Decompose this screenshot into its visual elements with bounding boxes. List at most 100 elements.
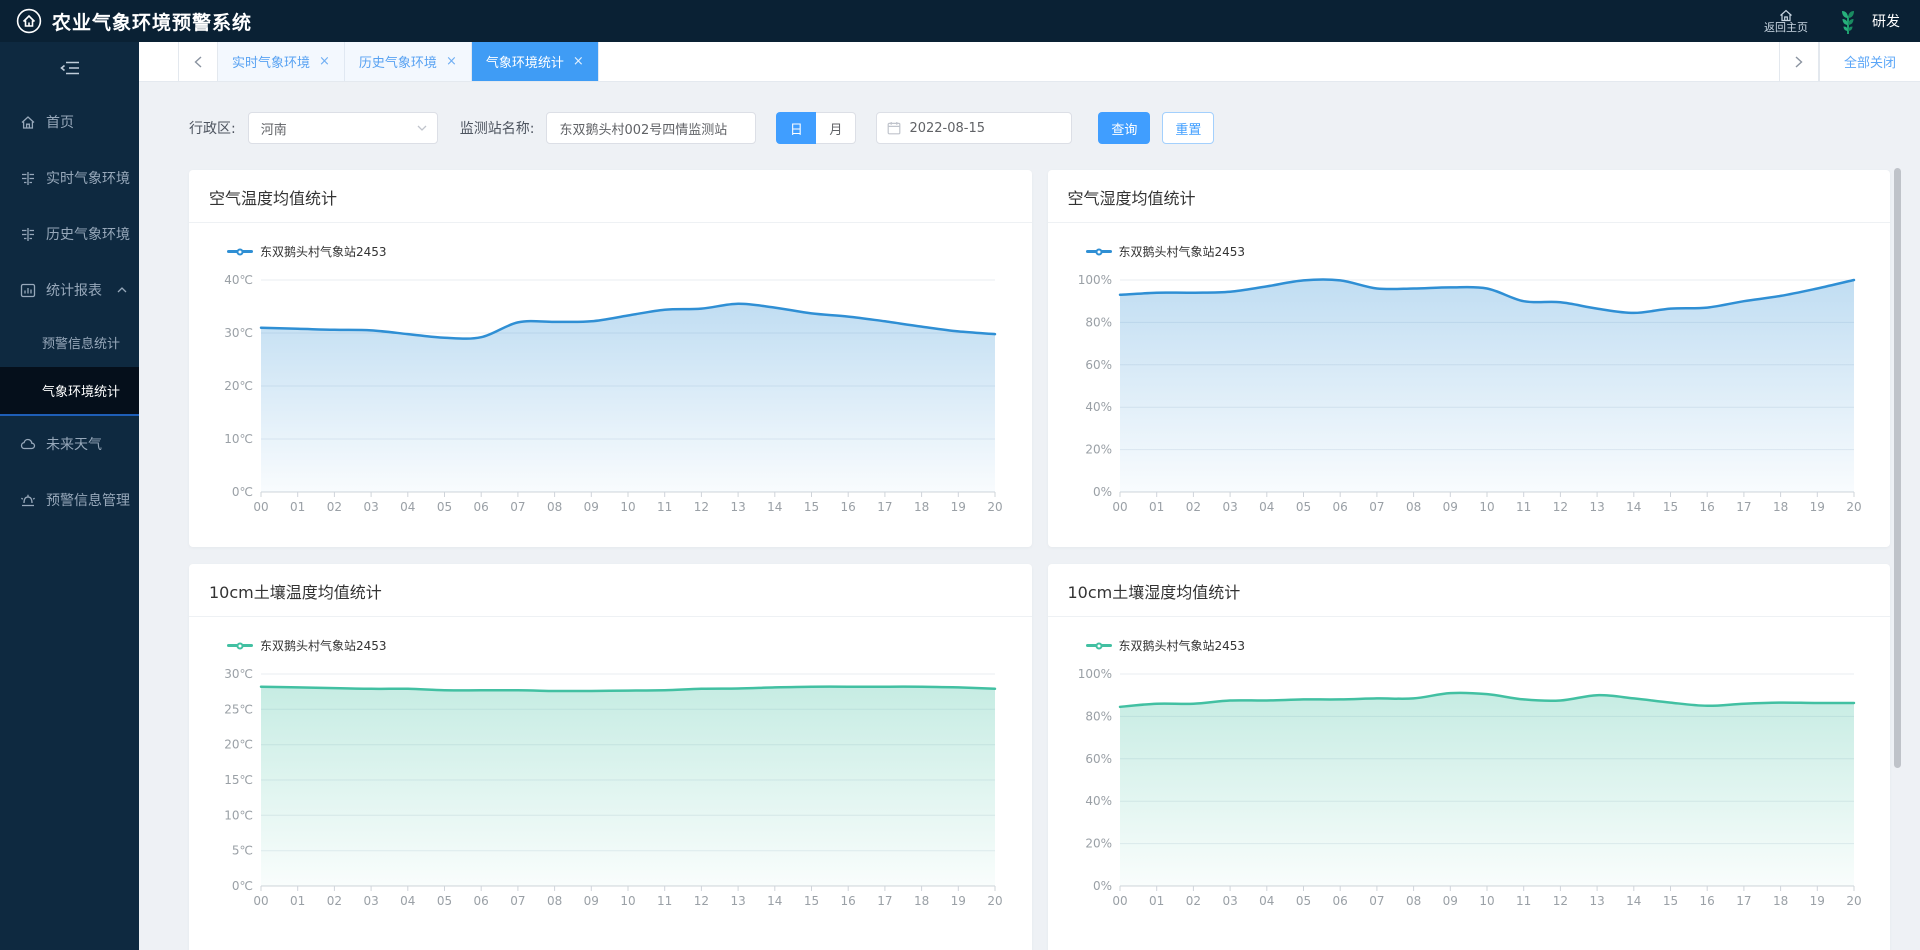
svg-text:03: 03	[363, 894, 378, 908]
chart-legend[interactable]: 东双鹅头村气象站2453	[227, 637, 387, 654]
cloud-icon	[20, 438, 36, 450]
legend-label: 东双鹅头村气象站2453	[260, 639, 387, 653]
period-day-button[interactable]: 日	[776, 112, 817, 144]
svg-text:09: 09	[1442, 894, 1457, 908]
svg-text:00: 00	[253, 894, 268, 908]
svg-text:20: 20	[1846, 894, 1861, 908]
svg-text:20%: 20%	[1085, 443, 1112, 457]
chart-legend[interactable]: 东双鹅头村气象站2453	[1085, 243, 1245, 260]
tab-weather-stats[interactable]: 气象环境统计 ×	[471, 42, 599, 81]
back-home-button[interactable]: 返回主页	[1764, 9, 1808, 34]
tabs-scroll-left-button[interactable]	[178, 42, 218, 81]
svg-text:10: 10	[620, 894, 635, 908]
svg-text:20: 20	[1846, 500, 1861, 514]
svg-text:19: 19	[1809, 894, 1824, 908]
svg-text:08: 08	[1405, 894, 1420, 908]
svg-text:25℃: 25℃	[224, 702, 253, 716]
close-icon[interactable]: ×	[319, 55, 330, 68]
svg-text:00: 00	[253, 500, 268, 514]
soil-humidity-line-chart: 0% 20% 40% 60% 80% 100% 00 01 02 03 04 05 06 07 08 09 10…	[1077, 667, 1861, 908]
svg-text:01: 01	[290, 894, 305, 908]
region-select-value: 河南	[260, 122, 287, 138]
scrollbar-thumb[interactable]	[1894, 168, 1901, 768]
chevron-up-icon	[117, 287, 127, 293]
svg-text:07: 07	[1369, 894, 1384, 908]
svg-text:01: 01	[290, 500, 305, 514]
tabs-scroll-right-button[interactable]	[1778, 42, 1819, 81]
bar-chart-icon	[20, 283, 36, 298]
svg-text:15: 15	[1662, 894, 1677, 908]
sidebar-collapse-button[interactable]	[0, 42, 139, 94]
sidebar-subitem-label: 预警信息统计	[42, 337, 121, 352]
svg-text:100%: 100%	[1077, 667, 1111, 681]
sidebar-item-history-weather[interactable]: 历史气象环境	[0, 206, 139, 262]
svg-text:16: 16	[841, 894, 856, 908]
alarm-icon	[20, 493, 36, 507]
svg-text:14: 14	[767, 894, 782, 908]
svg-text:12: 12	[1552, 500, 1567, 514]
page-content: 行政区: 河南 监测站名称: 东双鹅头村002号四情监测站 日 月 2022-0…	[139, 82, 1920, 950]
svg-text:02: 02	[1185, 500, 1200, 514]
app-header: 农业气象环境预警系统 返回主页 研发	[0, 0, 1920, 42]
sidebar: 首页 实时气象环境 历史气象环境 统计报表 预警信息统计 气象环境统计 未来天气…	[0, 42, 139, 950]
close-all-tabs-button[interactable]: 全部关闭	[1818, 42, 1920, 81]
svg-text:11: 11	[1516, 500, 1531, 514]
svg-text:12: 12	[694, 500, 709, 514]
user-block[interactable]: 研发	[1834, 6, 1900, 36]
svg-text:0%: 0%	[1092, 485, 1111, 499]
svg-text:60%: 60%	[1085, 752, 1112, 766]
svg-text:05: 05	[1295, 894, 1310, 908]
svg-text:10℃: 10℃	[224, 432, 253, 446]
close-icon[interactable]: ×	[446, 55, 457, 68]
svg-text:03: 03	[1222, 894, 1237, 908]
svg-text:13: 13	[1589, 500, 1604, 514]
sidebar-subitem-weather-stats[interactable]: 气象环境统计	[0, 367, 139, 416]
sidebar-item-label: 统计报表	[46, 283, 102, 299]
svg-text:13: 13	[730, 500, 745, 514]
sidebar-item-label: 预警信息管理	[46, 493, 130, 509]
user-name: 研发	[1872, 14, 1900, 30]
legend-label: 东双鹅头村气象站2453	[260, 245, 387, 259]
air-temperature-line-chart: 0℃ 10℃ 20℃ 30℃ 40℃ 00 01 02 03 04 05 06 07 08 09 10 11 12…	[224, 273, 1002, 514]
svg-text:10: 10	[1479, 500, 1494, 514]
station-name-input[interactable]: 东双鹅头村002号四情监测站	[546, 112, 757, 144]
svg-text:01: 01	[1149, 500, 1164, 514]
svg-text:20%: 20%	[1085, 837, 1112, 851]
close-icon[interactable]: ×	[573, 55, 584, 68]
svg-text:30℃: 30℃	[224, 326, 253, 340]
back-home-label: 返回主页	[1764, 20, 1808, 34]
tab-label: 实时气象环境	[232, 56, 311, 71]
chart-title: 10cm土壤温度均值统计	[209, 583, 382, 602]
soil-temperature-panel: 10cm土壤温度均值统计 东双鹅头村气象站2453 0℃ 5℃ 10℃ 15℃ 20℃ 2…	[189, 564, 1032, 950]
svg-text:60%: 60%	[1085, 358, 1112, 372]
svg-text:17: 17	[877, 894, 892, 908]
svg-text:00: 00	[1112, 500, 1127, 514]
sidebar-item-home[interactable]: 首页	[0, 94, 139, 150]
panel-header: 10cm土壤温度均值统计	[189, 564, 1032, 617]
query-button[interactable]: 查询	[1098, 112, 1151, 144]
tab-history-weather[interactable]: 历史气象环境 ×	[344, 42, 472, 81]
svg-text:01: 01	[1149, 894, 1164, 908]
sidebar-subitem-warning-stats[interactable]: 预警信息统计	[0, 318, 139, 367]
svg-text:04: 04	[1259, 894, 1274, 908]
panel-header: 空气温度均值统计	[189, 170, 1032, 223]
region-select[interactable]: 河南	[247, 112, 438, 144]
date-picker[interactable]: 2022-08-15	[876, 112, 1073, 144]
svg-text:16: 16	[841, 500, 856, 514]
list-icon	[20, 171, 36, 186]
svg-text:15: 15	[1662, 500, 1677, 514]
period-month-button[interactable]: 月	[816, 112, 857, 144]
sidebar-item-future-weather[interactable]: 未来天气	[0, 416, 139, 472]
tab-realtime-weather[interactable]: 实时气象环境 ×	[218, 42, 345, 81]
svg-text:12: 12	[694, 894, 709, 908]
sidebar-item-realtime-weather[interactable]: 实时气象环境	[0, 150, 139, 206]
sidebar-item-label: 历史气象环境	[46, 227, 130, 243]
sidebar-item-reports[interactable]: 统计报表	[0, 262, 139, 318]
svg-text:19: 19	[1809, 500, 1824, 514]
chart-legend[interactable]: 东双鹅头村气象站2453	[1085, 637, 1245, 654]
station-label: 监测站名称:	[459, 121, 535, 137]
reset-button[interactable]: 重置	[1162, 112, 1215, 144]
chart-legend[interactable]: 东双鹅头村气象站2453	[227, 243, 387, 260]
sidebar-item-warning-management[interactable]: 预警信息管理	[0, 472, 139, 528]
svg-text:15℃: 15℃	[224, 773, 253, 787]
